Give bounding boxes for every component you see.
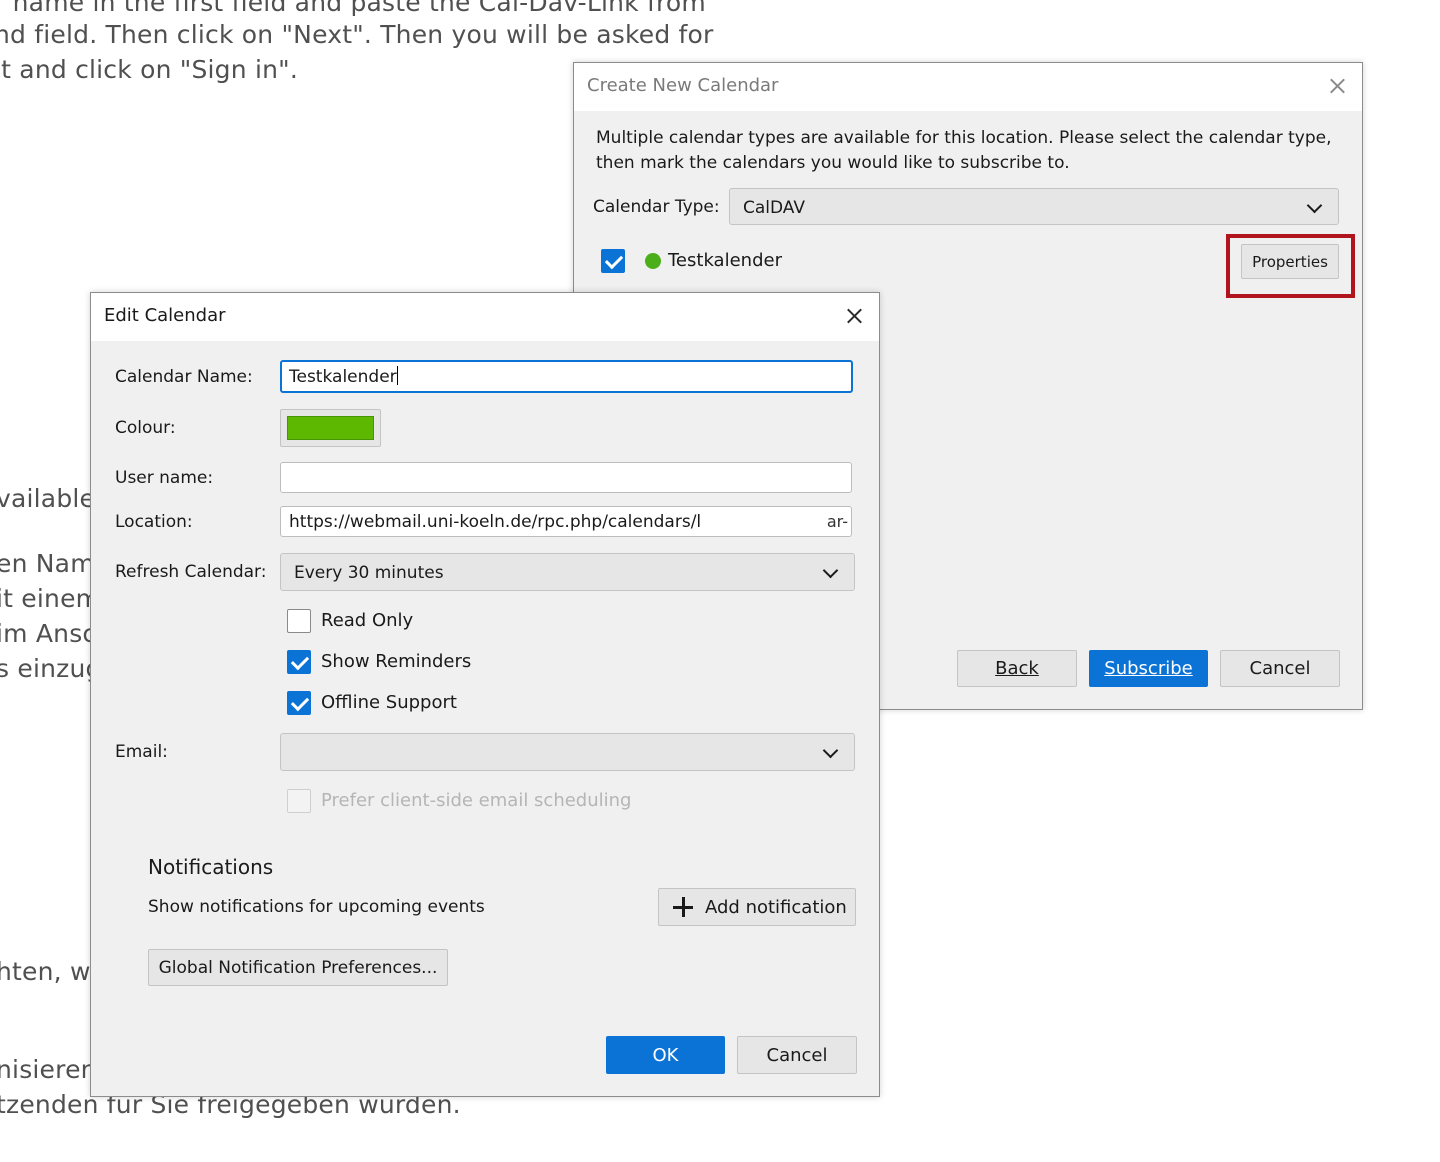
chevron-down-icon — [1306, 197, 1323, 214]
chevron-down-icon — [822, 742, 839, 759]
chevron-down-icon — [822, 562, 839, 579]
offline-support-checkbox[interactable] — [287, 691, 311, 715]
calendar-color-dot — [645, 253, 661, 269]
bg-line-2: nd field. Then click on "Next". Then you… — [0, 20, 714, 49]
edit-dialog-title: Edit Calendar — [104, 305, 226, 326]
colour-label: Colour: — [115, 418, 176, 438]
bg-line-1: r name in the first field and paste the … — [0, 0, 706, 17]
location-label: Location: — [115, 512, 193, 532]
calendar-type-label: Calendar Type: — [593, 197, 720, 217]
bg-line-3: it and click on "Sign in". — [0, 55, 298, 84]
testkalender-checkbox[interactable] — [601, 249, 625, 273]
read-only-checkbox[interactable] — [287, 609, 311, 633]
show-reminders-label: Show Reminders — [321, 651, 472, 672]
bg-fragment: hten, wi — [0, 957, 98, 986]
create-dialog-description: Multiple calendar types are available fo… — [596, 128, 1332, 148]
ok-button[interactable]: OK — [606, 1036, 725, 1074]
bg-fragment: nisieren — [0, 1055, 97, 1084]
plus-icon — [673, 897, 693, 917]
calendar-type-select[interactable]: CalDAV — [729, 188, 1339, 225]
create-dialog-title: Create New Calendar — [587, 75, 779, 96]
read-only-label: Read Only — [321, 610, 414, 631]
cancel-button[interactable]: Cancel — [737, 1036, 857, 1074]
refresh-calendar-select[interactable]: Every 30 minutes — [280, 553, 855, 591]
edit-dialog-titlebar: Edit Calendar — [91, 293, 879, 341]
properties-button[interactable]: Properties — [1241, 244, 1339, 279]
calendar-type-value: CalDAV — [743, 198, 805, 218]
email-label: Email: — [115, 742, 168, 762]
refresh-calendar-value: Every 30 minutes — [294, 563, 444, 583]
calendar-name-value: Testkalender — [289, 367, 397, 387]
bg-fragment: s einzug — [0, 654, 102, 683]
offline-support-label: Offline Support — [321, 692, 457, 713]
prefer-client-label: Prefer client-side email scheduling — [321, 790, 632, 811]
bg-fragment: it einem — [0, 584, 101, 613]
global-notification-preferences-button[interactable]: Global Notification Preferences... — [148, 949, 448, 986]
add-notification-button[interactable]: Add notification — [658, 888, 856, 926]
bg-fragment: vailable — [0, 484, 96, 513]
email-select[interactable] — [280, 733, 855, 771]
subscribe-button[interactable]: Subscribe — [1089, 650, 1208, 687]
notifications-description: Show notifications for upcoming events — [148, 897, 485, 917]
cancel-button[interactable]: Cancel — [1220, 650, 1340, 687]
notifications-heading: Notifications — [148, 855, 274, 879]
username-input[interactable] — [280, 462, 852, 493]
text-caret — [396, 366, 398, 385]
add-notification-label: Add notification — [705, 896, 847, 918]
location-overflow-text: ar- — [826, 512, 848, 531]
prefer-client-checkbox — [287, 789, 311, 813]
close-icon[interactable] — [837, 299, 871, 333]
colour-swatch — [287, 416, 374, 440]
back-button[interactable]: Back — [957, 650, 1077, 687]
colour-picker-button[interactable] — [280, 409, 381, 447]
close-icon[interactable] — [1320, 69, 1354, 103]
calendar-name-label: Calendar Name: — [115, 367, 253, 387]
location-value: https://webmail.uni-koeln.de/rpc.php/cal… — [289, 512, 702, 532]
show-reminders-checkbox[interactable] — [287, 650, 311, 674]
edit-calendar-dialog: Edit Calendar Calendar Name: Testkalende… — [90, 292, 880, 1097]
location-input[interactable]: https://webmail.uni-koeln.de/rpc.php/cal… — [280, 506, 852, 537]
calendar-name-input[interactable]: Testkalender — [280, 360, 853, 393]
bg-fragment: im Ansc — [0, 619, 97, 648]
create-dialog-titlebar: Create New Calendar — [574, 63, 1362, 111]
create-dialog-description: then mark the calendars you would like t… — [596, 153, 1070, 173]
testkalender-label: Testkalender — [668, 250, 782, 271]
username-label: User name: — [115, 468, 214, 488]
refresh-calendar-label: Refresh Calendar: — [115, 562, 267, 582]
